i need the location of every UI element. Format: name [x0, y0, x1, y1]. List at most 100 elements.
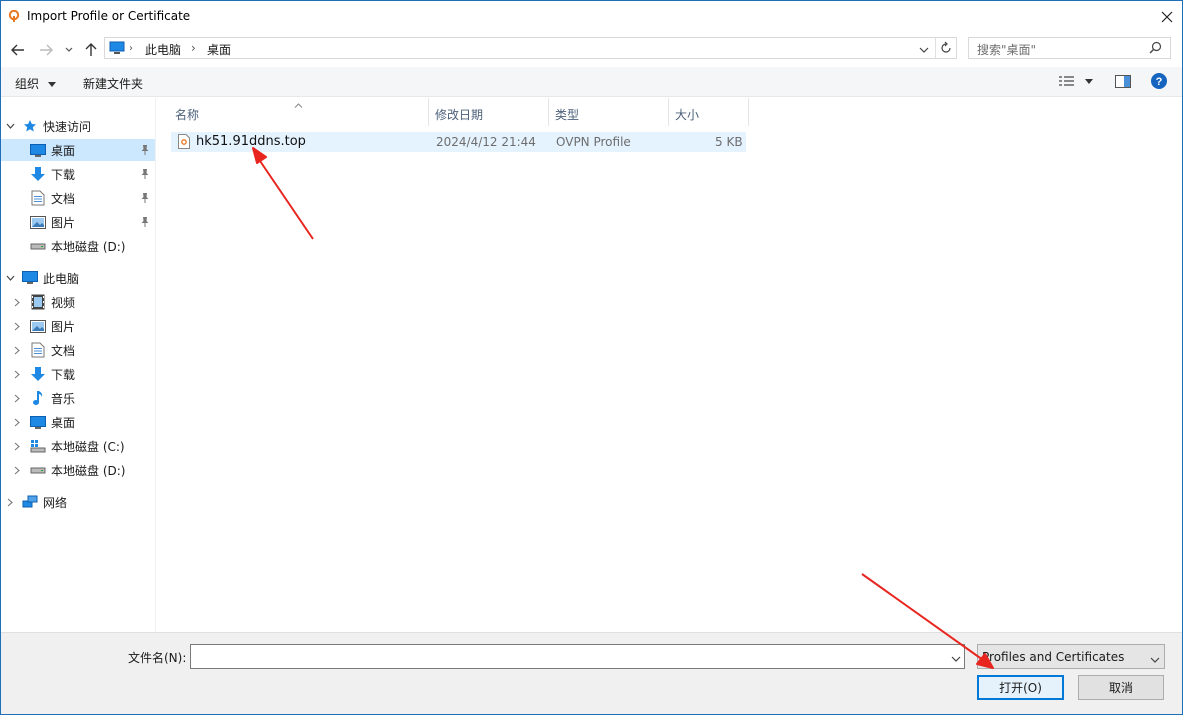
- filetype-select[interactable]: Profiles and Certificates: [977, 644, 1165, 669]
- tree-label: 快速访问: [43, 119, 92, 134]
- svg-text:?: ?: [1156, 76, 1163, 88]
- chevron-right-icon[interactable]: [12, 441, 22, 451]
- chevron-down-icon: [1150, 653, 1160, 667]
- column-header-size[interactable]: 大小: [669, 98, 749, 126]
- tree-label: 本地磁盘 (D:): [51, 463, 126, 478]
- chevron-right-icon[interactable]: [12, 393, 22, 403]
- tree-label: 此电脑: [43, 271, 80, 286]
- file-row[interactable]: hk51.91ddns.top 2024/4/12 21:44 OVPN Pro…: [171, 132, 746, 152]
- chevron-right-icon[interactable]: [12, 417, 22, 427]
- breadcrumb-this-pc[interactable]: 此电脑: [145, 41, 181, 58]
- chevron-right-icon: ›: [191, 41, 196, 55]
- tree-item-downloads[interactable]: 下载: [1, 163, 155, 185]
- tree-quick-access[interactable]: 快速访问: [1, 115, 155, 137]
- tree-network[interactable]: 网络: [1, 491, 155, 513]
- open-button[interactable]: 打开(O): [977, 675, 1064, 700]
- chevron-right-icon[interactable]: [12, 465, 22, 475]
- tree-label: 下载: [51, 367, 76, 382]
- tree-item-pictures[interactable]: 图片: [1, 211, 155, 233]
- chevron-right-icon[interactable]: [12, 345, 22, 355]
- arrow-left-icon: [11, 44, 24, 56]
- help-icon: ?: [1151, 73, 1167, 89]
- command-bar: 组织 新建文件夹 ?: [1, 67, 1182, 97]
- address-bar[interactable]: › 此电脑 › 桌面: [104, 37, 957, 59]
- column-header-type[interactable]: 类型: [549, 98, 669, 126]
- search-box[interactable]: 搜索"桌面": [968, 37, 1171, 59]
- drive-icon: [30, 238, 46, 254]
- tree-this-pc[interactable]: 此电脑: [1, 267, 155, 289]
- tree-item-music[interactable]: 音乐: [1, 387, 155, 409]
- breadcrumb-desktop[interactable]: 桌面: [207, 41, 231, 58]
- chevron-right-icon: ›: [129, 43, 133, 54]
- pin-icon[interactable]: [140, 144, 150, 156]
- back-button[interactable]: [9, 39, 27, 61]
- tree-label: 桌面: [51, 143, 76, 158]
- tree-item-documents[interactable]: 文档: [1, 339, 155, 361]
- tree-item-pictures[interactable]: 图片: [1, 315, 155, 337]
- chevron-down-icon[interactable]: [5, 273, 15, 283]
- refresh-button[interactable]: [940, 41, 952, 58]
- download-icon: [30, 166, 46, 182]
- chevron-right-icon[interactable]: [12, 369, 22, 379]
- tree-item-documents[interactable]: 文档: [1, 187, 155, 209]
- column-header-modified[interactable]: 修改日期: [429, 98, 549, 126]
- tree-item-drive-c[interactable]: 本地磁盘 (C:): [1, 435, 155, 457]
- filename-history-dropdown[interactable]: [951, 652, 961, 666]
- tree-label: 网络: [43, 495, 68, 510]
- tree-label: 视频: [51, 295, 76, 310]
- chevron-right-icon[interactable]: [12, 321, 22, 331]
- computer-icon: [109, 41, 125, 58]
- pin-icon[interactable]: [140, 216, 150, 228]
- network-icon: [22, 494, 38, 510]
- tree-item-downloads[interactable]: 下载: [1, 363, 155, 385]
- tree-label: 图片: [51, 215, 76, 230]
- download-icon: [30, 366, 46, 382]
- chevron-right-icon[interactable]: [5, 497, 15, 507]
- new-folder-button[interactable]: 新建文件夹: [83, 75, 143, 92]
- picture-icon: [30, 214, 46, 230]
- column-header-name[interactable]: 名称: [169, 98, 429, 126]
- up-button[interactable]: [83, 39, 99, 61]
- search-icon[interactable]: [1149, 41, 1162, 57]
- dialog-window: Import Profile or Certificate › 此电脑 › 桌面…: [0, 0, 1183, 715]
- navigation-pane: 快速访问 桌面 下载 文档 图片 本地磁盘 (D:) 此电脑 视频 图片 文档 …: [1, 98, 156, 632]
- chevron-right-icon[interactable]: [12, 297, 22, 307]
- music-icon: [30, 390, 46, 406]
- tree-item-desktop[interactable]: 桌面: [1, 139, 155, 161]
- search-placeholder: 搜索"桌面": [977, 43, 1037, 57]
- tree-label: 本地磁盘 (C:): [51, 439, 125, 454]
- tree-label: 音乐: [51, 391, 76, 406]
- preview-pane-icon: [1115, 75, 1131, 88]
- tree-item-videos[interactable]: 视频: [1, 291, 155, 313]
- view-options-button[interactable]: [1059, 75, 1093, 90]
- help-button[interactable]: ?: [1151, 73, 1167, 92]
- video-icon: [30, 294, 46, 310]
- chevron-down-icon[interactable]: [5, 121, 15, 131]
- organize-button[interactable]: 组织: [15, 75, 56, 92]
- tree-label: 下载: [51, 167, 76, 182]
- tree-label: 文档: [51, 343, 76, 358]
- system-drive-icon: [30, 438, 46, 454]
- caret-down-icon: [47, 82, 56, 87]
- cancel-button[interactable]: 取消: [1078, 675, 1164, 700]
- window-title: Import Profile or Certificate: [27, 9, 191, 23]
- arrow-up-icon: [85, 43, 97, 56]
- pin-icon[interactable]: [140, 168, 150, 180]
- filename-input[interactable]: [190, 644, 965, 669]
- arrow-right-icon: [40, 44, 53, 56]
- desktop-icon: [30, 414, 46, 430]
- tree-item-drive-d[interactable]: 本地磁盘 (D:): [1, 459, 155, 481]
- chevron-down-icon: [951, 656, 961, 662]
- tree-item-desktop[interactable]: 桌面: [1, 411, 155, 433]
- preview-pane-button[interactable]: [1115, 75, 1131, 91]
- filename-label: 文件名(N):: [128, 651, 187, 665]
- pin-icon[interactable]: [140, 192, 150, 204]
- star-icon: [22, 118, 38, 134]
- tree-label: 图片: [51, 319, 76, 334]
- filetype-value: Profiles and Certificates: [982, 649, 1125, 664]
- recent-locations-button[interactable]: [63, 39, 75, 61]
- forward-button[interactable]: [37, 39, 55, 61]
- close-button[interactable]: [1151, 1, 1182, 32]
- tree-item-drive-d[interactable]: 本地磁盘 (D:): [1, 235, 155, 257]
- address-dropdown-button[interactable]: [919, 43, 929, 57]
